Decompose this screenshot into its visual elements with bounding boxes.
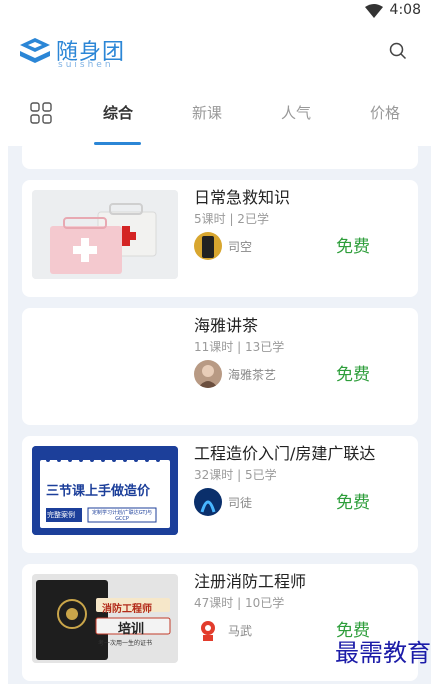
tab-price[interactable]: 价格 <box>370 102 400 123</box>
course-card[interactable]: 海雅讲茶 11课时 | 13已学 海雅茶艺 免费 <box>22 308 418 425</box>
course-meta: 5课时 | 2已学 <box>194 212 269 226</box>
course-title: 日常急救知识 <box>194 188 291 207</box>
wifi-icon <box>365 4 383 18</box>
price-label: 免费 <box>336 237 370 257</box>
course-title: 工程造价入门/房建广联达 <box>194 444 376 463</box>
course-thumbnail: 消防工程师 培训 考一次用一生的证书 <box>32 574 178 663</box>
tab-popular[interactable]: 人气 <box>281 102 311 123</box>
status-bar: 4:08 <box>0 0 439 24</box>
category-tabs: 综合 新课 人气 价格 <box>0 92 439 146</box>
course-card-partial[interactable] <box>22 146 418 169</box>
course-author: 司徒 <box>228 496 253 510</box>
tab-new[interactable]: 新课 <box>192 102 222 123</box>
course-author: 马武 <box>228 624 253 638</box>
course-title: 注册消防工程师 <box>194 572 307 591</box>
course-thumbnail <box>32 190 178 279</box>
price-label: 免费 <box>336 365 370 385</box>
cover-line-2: 培训 <box>118 622 145 637</box>
course-meta: 47课时 | 10已学 <box>194 596 285 610</box>
grid-menu-icon[interactable] <box>30 102 52 124</box>
cover-line-3: 考一次用一生的证书 <box>98 640 153 647</box>
cover-tag-2: 定制学习计划/广联达GTJ与GCCP <box>92 510 152 522</box>
tab-comprehensive[interactable]: 综合 <box>103 102 133 123</box>
course-author: 海雅茶艺 <box>228 368 277 382</box>
course-meta: 32课时 | 5已学 <box>194 468 277 482</box>
brand-subtitle: suishen <box>58 60 114 70</box>
watermark: 最需教育 <box>335 639 431 667</box>
active-tab-indicator <box>94 142 141 145</box>
avatar <box>194 360 222 388</box>
status-time: 4:08 <box>389 2 421 18</box>
course-author: 司空 <box>228 240 253 254</box>
course-card[interactable]: 三节课上手做造价 完整案例 定制学习计划/广联达GTJ与GCCP 工程造价入门/… <box>22 436 418 553</box>
cover-line-1: 消防工程师 <box>102 604 152 615</box>
course-thumbnail: 三节课上手做造价 完整案例 定制学习计划/广联达GTJ与GCCP <box>32 446 178 535</box>
course-meta: 11课时 | 13已学 <box>194 340 285 354</box>
avatar <box>194 616 222 644</box>
course-list[interactable]: 日常急救知识 5课时 | 2已学 司空 免费 海雅讲茶 11课时 | 13已学 … <box>8 146 431 684</box>
cover-headline: 三节课上手做造价 <box>46 484 151 499</box>
course-card[interactable]: 日常急救知识 5课时 | 2已学 司空 免费 <box>22 180 418 297</box>
first-aid-kit-image <box>32 190 178 279</box>
avatar <box>194 488 222 516</box>
avatar <box>194 232 222 260</box>
app-header: 随身团 suishen <box>0 24 439 82</box>
fire-engineer-cover-image <box>32 574 178 663</box>
cover-tag: 完整案例 <box>47 511 75 519</box>
course-title: 海雅讲茶 <box>194 316 259 335</box>
search-icon[interactable] <box>389 42 407 60</box>
price-label: 免费 <box>336 493 370 513</box>
brand-logo-icon <box>20 38 50 63</box>
